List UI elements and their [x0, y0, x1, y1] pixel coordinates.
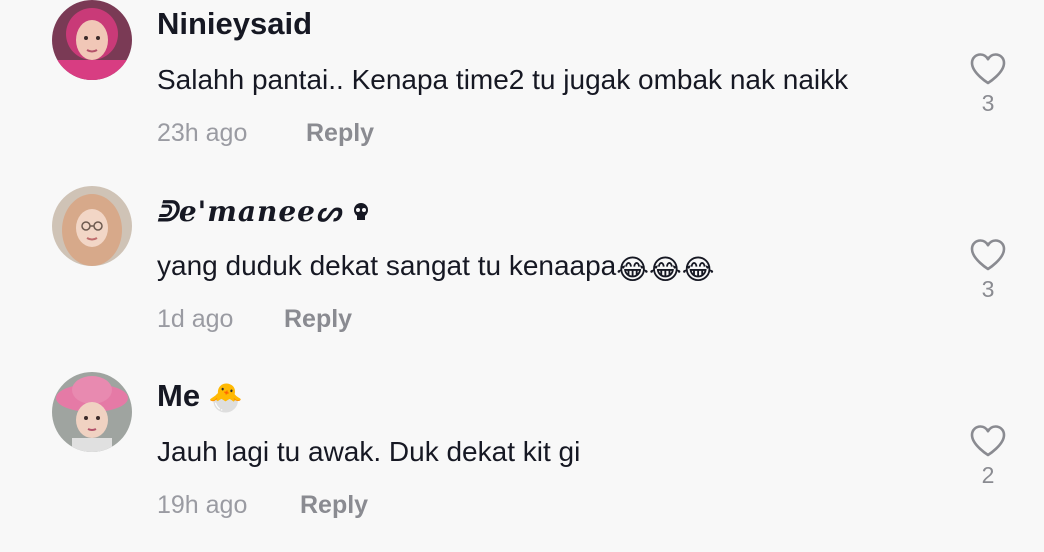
comment-text: yang duduk dekat sangat tu kenaapa😂😂😂 [157, 250, 714, 286]
like-button[interactable]: 3 [966, 238, 1010, 303]
like-count: 3 [981, 276, 995, 302]
comment-item: ᕲe'maneeᔕ yang duduk dekat sangat tu ken… [0, 186, 1044, 366]
heart-icon [970, 53, 1006, 85]
skull-ornament-icon [350, 197, 372, 230]
laugh-cry-emoji: 😂 [648, 254, 682, 285]
comment-item: Ninieysaid Salahh pantai.. Kenapa time2 … [0, 0, 1044, 180]
username-text: Me [157, 378, 201, 413]
reply-button[interactable]: Reply [306, 119, 374, 148]
username[interactable]: Ninieysaid [157, 6, 312, 42]
laugh-cry-emoji: 😂 [681, 254, 715, 285]
laugh-cry-emoji: 😂 [616, 254, 649, 285]
avatar[interactable] [52, 186, 132, 266]
hatching-chick-emoji: 🐣 [208, 382, 243, 414]
like-count: 2 [981, 462, 995, 488]
avatar[interactable] [52, 372, 132, 452]
timestamp: 19h ago [157, 491, 248, 519]
username[interactable]: Me 🐣 [157, 378, 243, 414]
timestamp: 23h ago [157, 119, 248, 147]
like-button[interactable]: 3 [966, 52, 1010, 117]
heart-icon [970, 239, 1006, 271]
avatar[interactable] [52, 0, 132, 80]
comment-text: Salahh pantai.. Kenapa time2 tu jugak om… [157, 64, 849, 95]
like-count: 3 [981, 90, 995, 116]
reply-button[interactable]: Reply [300, 491, 368, 520]
username-text: ᕲe'maneeᔕ [157, 195, 342, 228]
like-button[interactable]: 2 [966, 424, 1010, 489]
comment-text: Jauh lagi tu awak. Duk dekat kit gi [157, 436, 581, 467]
reply-button[interactable]: Reply [284, 305, 352, 334]
comment-text-body: yang duduk dekat sangat tu kenaapa [157, 250, 617, 281]
username[interactable]: ᕲe'maneeᔕ [157, 195, 372, 230]
timestamp: 1d ago [157, 305, 234, 333]
comment-item: Me 🐣 Jauh lagi tu awak. Duk dekat kit gi … [0, 372, 1044, 552]
heart-icon [970, 425, 1006, 457]
